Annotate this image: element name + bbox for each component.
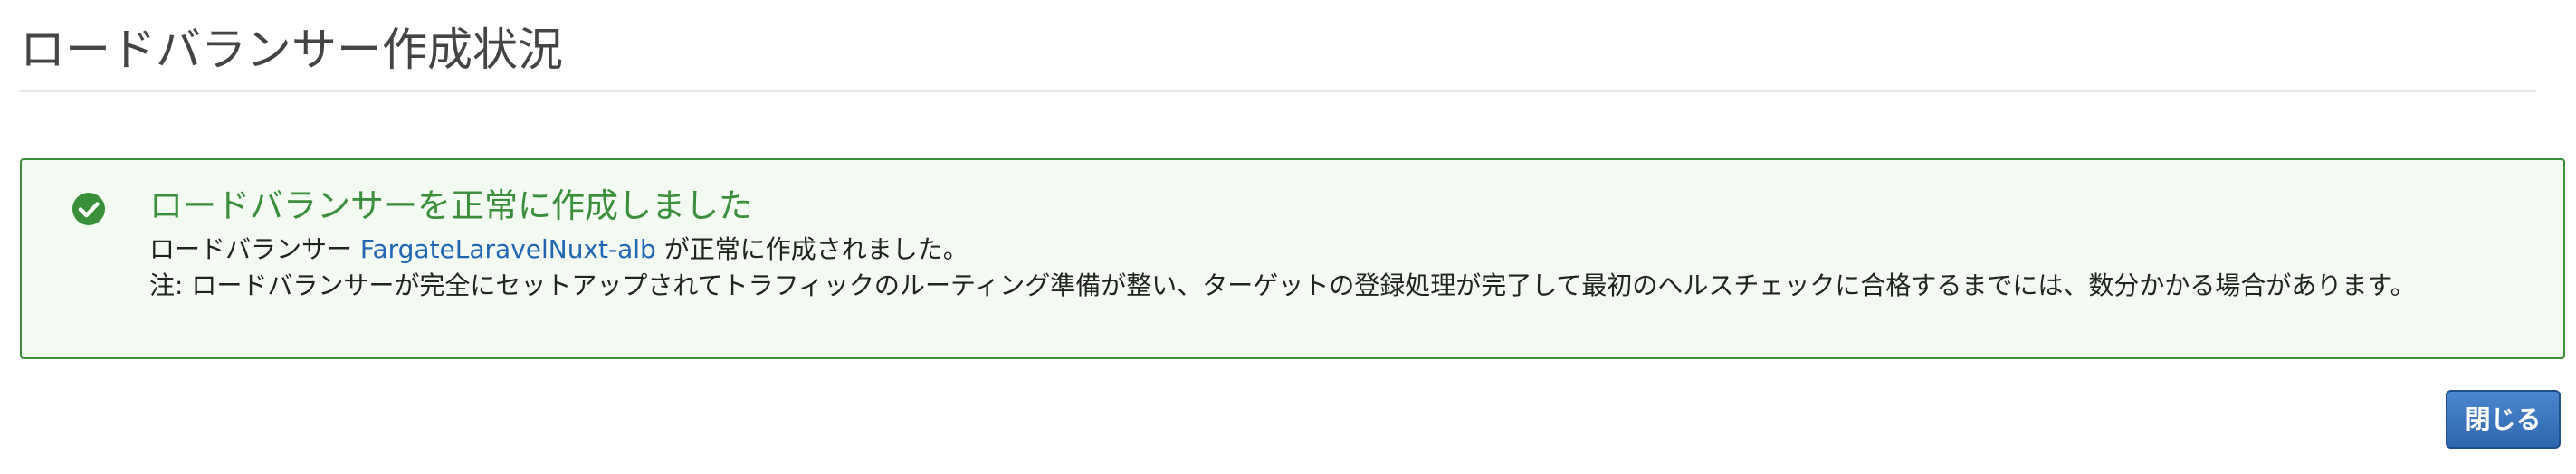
message-prefix: ロードバランサー xyxy=(149,234,353,264)
message-suffix: が正常に作成されました。 xyxy=(663,234,968,264)
title-divider xyxy=(20,90,2536,92)
close-button[interactable]: 閉じる xyxy=(2446,390,2561,449)
alert-message: ロードバランサー FargateLaravelNuxt-alb が正常に作成され… xyxy=(149,232,968,267)
alert-title: ロードバランサーを正常に作成しました xyxy=(149,186,752,225)
check-circle-icon xyxy=(72,193,105,225)
page-title: ロードバランサー作成状況 xyxy=(20,24,563,76)
load-balancer-link[interactable]: FargateLaravelNuxt-alb xyxy=(360,234,656,264)
success-alert: ロードバランサーを正常に作成しました ロードバランサー FargateLarav… xyxy=(20,158,2565,359)
alert-note: 注: ロードバランサーが完全にセットアップされてトラフィックのルーティング準備が… xyxy=(149,270,2416,300)
